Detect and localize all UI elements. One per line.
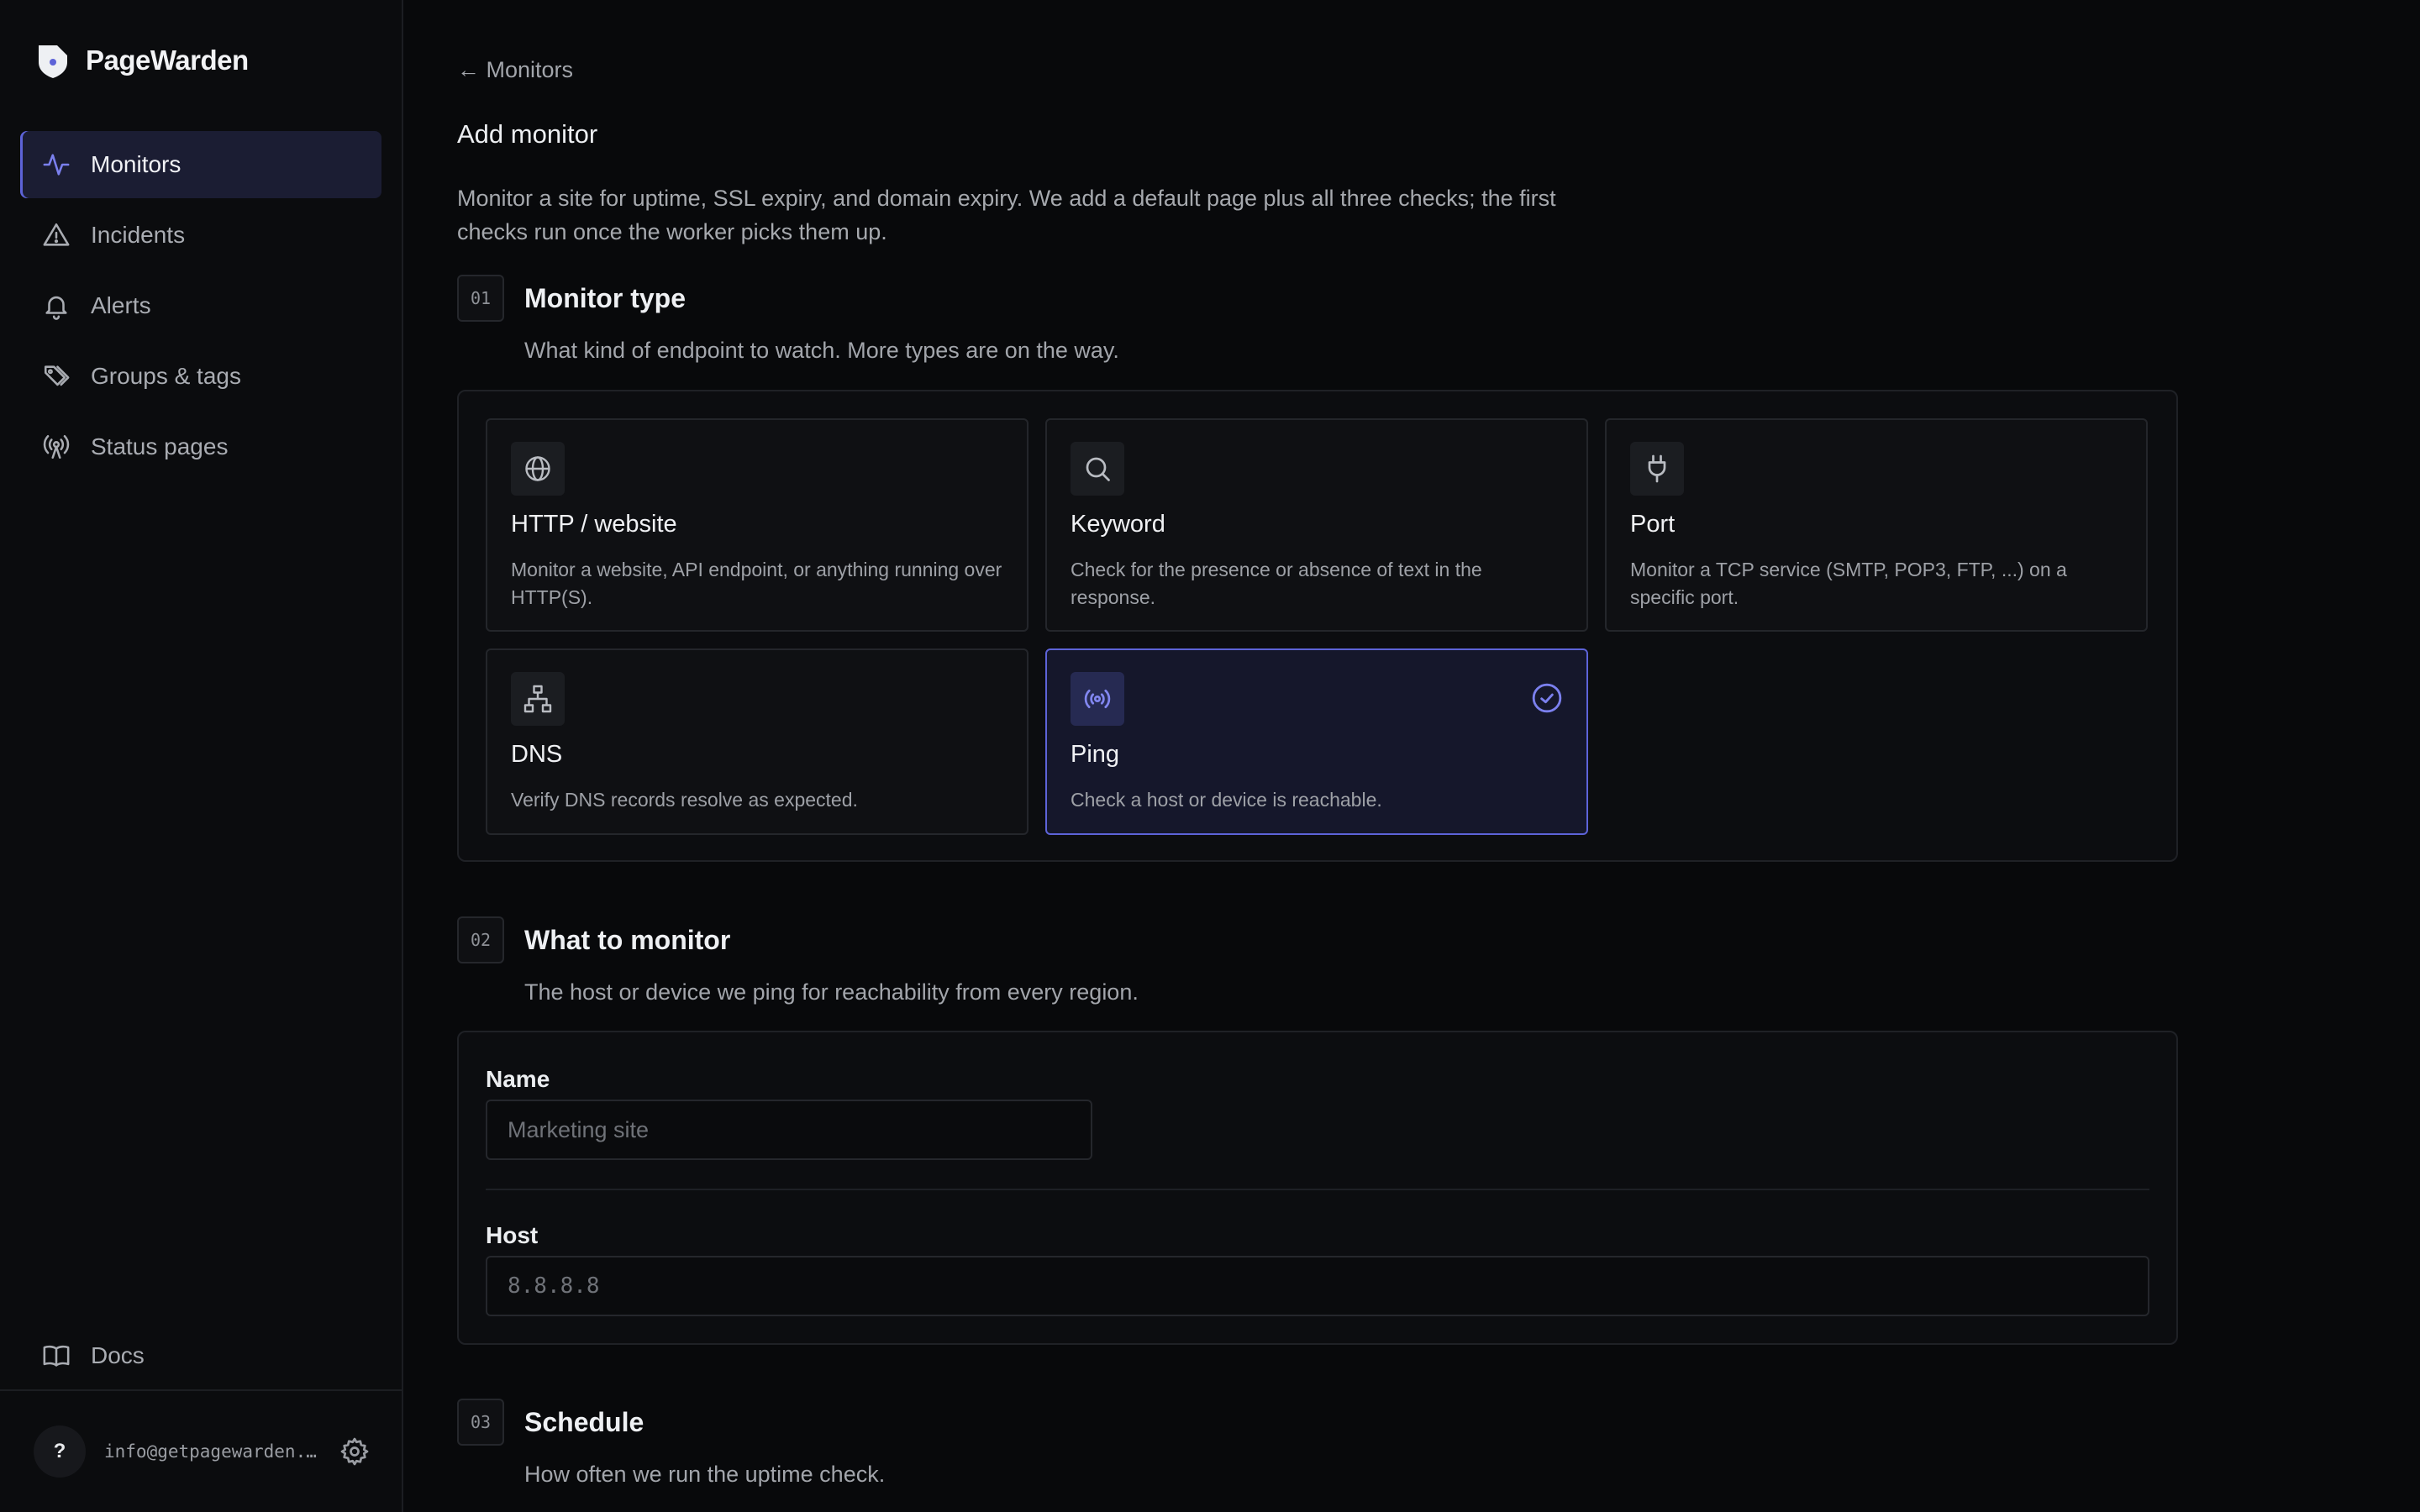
monitor-type-card-ping[interactable]: Ping Check a host or device is reachable… bbox=[1045, 648, 1588, 835]
icon-box bbox=[1630, 442, 1684, 496]
user-menu: ? info@getpagewarden.com bbox=[34, 1425, 378, 1478]
broadcast-icon bbox=[43, 434, 70, 459]
section-title: Monitor type bbox=[524, 282, 686, 313]
sidebar-nav: Monitors Incidents Alerts Groups & tags … bbox=[20, 131, 381, 484]
search-icon bbox=[1086, 457, 1110, 481]
brand-name: PageWarden bbox=[86, 45, 249, 76]
avatar[interactable]: ? bbox=[34, 1425, 86, 1478]
gear-icon[interactable] bbox=[339, 1436, 370, 1467]
step-number: 03 bbox=[457, 1399, 504, 1446]
card-title: Keyword bbox=[1071, 511, 1165, 538]
network-icon bbox=[523, 685, 552, 713]
sidebar-docs-label: Docs bbox=[91, 1342, 145, 1368]
section-subtitle: The host or device we ping for reachabil… bbox=[524, 979, 1139, 1005]
sidebar-item-alerts[interactable]: Alerts bbox=[20, 272, 381, 339]
broadcast-icon bbox=[1084, 689, 1111, 709]
section-monitor-type-header: 01 Monitor type bbox=[457, 275, 686, 322]
monitor-type-card-port[interactable]: Port Monitor a TCP service (SMTP, POP3, … bbox=[1605, 418, 2148, 632]
monitor-type-panel: HTTP / website Monitor a website, API en… bbox=[457, 390, 2178, 862]
card-title: HTTP / website bbox=[511, 511, 677, 538]
sidebar-item-status-pages[interactable]: Status pages bbox=[20, 413, 381, 480]
section-subtitle: How often we run the uptime check. bbox=[524, 1462, 886, 1487]
sidebar-item-label: Groups & tags bbox=[91, 363, 241, 389]
icon-box bbox=[1071, 672, 1124, 726]
step-number: 01 bbox=[457, 275, 504, 322]
sidebar-item-groups-tags[interactable]: Groups & tags bbox=[20, 343, 381, 410]
monitor-type-card-keyword[interactable]: Keyword Check for the presence or absenc… bbox=[1045, 418, 1588, 632]
form-divider bbox=[486, 1189, 2149, 1190]
section-schedule-header: 03 Schedule bbox=[457, 1399, 644, 1446]
icon-box bbox=[511, 672, 565, 726]
card-title: Port bbox=[1630, 511, 1676, 538]
shield-logo-icon bbox=[39, 45, 67, 78]
name-label: Name bbox=[486, 1066, 550, 1092]
book-icon bbox=[43, 1345, 70, 1367]
icon-box bbox=[1071, 442, 1124, 496]
globe-icon bbox=[525, 456, 550, 481]
card-description: Check a host or device is reachable. bbox=[1071, 789, 1382, 811]
sidebar: PageWarden Monitors Incidents Alerts Gro… bbox=[0, 0, 403, 1512]
host-label: Host bbox=[486, 1222, 539, 1248]
sidebar-item-docs[interactable]: Docs bbox=[20, 1322, 381, 1389]
card-title: Ping bbox=[1071, 741, 1120, 768]
activity-icon bbox=[43, 154, 70, 176]
sidebar-item-monitors[interactable]: Monitors bbox=[20, 131, 381, 198]
warning-triangle-icon bbox=[43, 223, 70, 246]
plug-icon bbox=[1648, 454, 1666, 483]
sidebar-item-label: Monitors bbox=[91, 151, 182, 177]
sidebar-item-label: Status pages bbox=[91, 433, 229, 459]
section-subtitle: What kind of endpoint to watch. More typ… bbox=[524, 338, 1119, 363]
step-number: 02 bbox=[457, 916, 504, 963]
brand[interactable]: PageWarden bbox=[35, 42, 249, 79]
what-to-monitor-panel: Name Host bbox=[457, 1031, 2178, 1345]
sidebar-item-label: Alerts bbox=[91, 292, 151, 318]
card-description: Monitor a website, API endpoint, or anyt… bbox=[511, 559, 1002, 608]
card-description: Check for the presence or absence of tex… bbox=[1071, 559, 1482, 608]
section-title: What to monitor bbox=[524, 924, 731, 955]
page-description: Monitor a site for uptime, SSL expiry, a… bbox=[457, 186, 1556, 244]
name-input[interactable] bbox=[486, 1100, 1092, 1160]
card-description: Monitor a TCP service (SMTP, POP3, FTP, … bbox=[1630, 559, 2067, 608]
icon-box bbox=[511, 442, 565, 496]
tags-icon bbox=[44, 365, 70, 386]
back-link[interactable]: ← Monitors bbox=[457, 57, 573, 83]
bell-icon bbox=[45, 296, 67, 320]
user-email: info@getpagewarden.com bbox=[104, 1441, 318, 1462]
monitor-type-card-http[interactable]: HTTP / website Monitor a website, API en… bbox=[486, 418, 1028, 632]
host-input[interactable] bbox=[486, 1256, 2149, 1316]
monitor-type-card-dns[interactable]: DNS Verify DNS records resolve as expect… bbox=[486, 648, 1028, 835]
card-description: Verify DNS records resolve as expected. bbox=[511, 789, 858, 811]
page-title: Add monitor bbox=[457, 119, 598, 149]
app-root: PageWarden Monitors Incidents Alerts Gro… bbox=[0, 0, 2420, 1512]
sidebar-item-incidents[interactable]: Incidents bbox=[20, 202, 381, 269]
card-title: DNS bbox=[511, 741, 563, 768]
section-title: Schedule bbox=[524, 1406, 644, 1437]
check-circle-icon bbox=[1532, 683, 1562, 713]
sidebar-item-label: Incidents bbox=[91, 222, 186, 248]
sidebar-divider bbox=[0, 1389, 402, 1391]
section-what-to-monitor-header: 02 What to monitor bbox=[457, 916, 730, 963]
